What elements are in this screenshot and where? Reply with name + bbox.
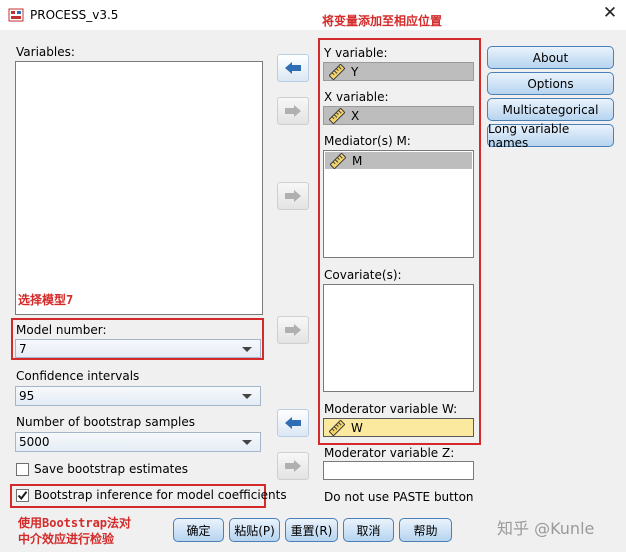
watermark: 知乎 @Kunle — [497, 519, 595, 538]
ruler-icon — [329, 63, 345, 80]
variables-listbox[interactable] — [15, 61, 263, 315]
arrow-right-icon — [285, 324, 301, 336]
mediator-listbox[interactable]: M — [323, 150, 474, 258]
bootstrap-samples-select[interactable]: 5000 — [15, 432, 261, 452]
covariates-listbox[interactable] — [323, 284, 474, 392]
bootstrap-samples-value: 5000 — [19, 435, 50, 449]
ruler-icon — [329, 107, 345, 124]
about-button[interactable]: About — [487, 46, 614, 69]
x-variable-value: X — [351, 108, 360, 123]
paste-note: Do not use PASTE button — [324, 490, 474, 504]
bootstrap-inference-label: Bootstrap inference for model coefficien… — [34, 488, 287, 502]
model-number-label: Model number: — [16, 323, 107, 337]
covariates-label: Covariate(s): — [324, 268, 402, 282]
moderator-w-field[interactable]: W — [323, 418, 474, 437]
move-covariate-button[interactable] — [277, 316, 309, 344]
close-button[interactable]: ✕ — [601, 4, 619, 22]
annotation-bootstrap-line1: 使用Bootstrap法对 — [18, 516, 132, 530]
paste-button[interactable]: 粘贴(P) — [229, 518, 280, 542]
moderator-z-label: Moderator variable Z: — [324, 446, 455, 460]
bootstrap-samples-label: Number of bootstrap samples — [16, 415, 195, 429]
annotation-select-model: 选择模型7 — [18, 293, 74, 307]
x-variable-field[interactable]: X — [323, 106, 474, 125]
confidence-intervals-value: 95 — [19, 389, 35, 403]
confidence-intervals-label: Confidence intervals — [16, 369, 140, 383]
save-bootstrap-checkbox[interactable] — [16, 463, 29, 476]
mediator-label: Mediator(s) M: — [324, 134, 411, 148]
model-number-value: 7 — [19, 341, 27, 356]
chevron-down-icon — [242, 394, 252, 399]
chevron-down-icon — [242, 347, 252, 352]
multicategorical-button[interactable]: Multicategorical — [487, 98, 614, 121]
save-bootstrap-label: Save bootstrap estimates — [34, 462, 189, 476]
moderator-w-value: W — [351, 420, 363, 435]
move-x-button[interactable] — [277, 97, 309, 125]
y-variable-label: Y variable: — [324, 46, 388, 60]
move-mediator-button[interactable] — [277, 182, 309, 210]
arrow-right-icon — [285, 190, 301, 202]
y-variable-value: Y — [351, 64, 359, 79]
ruler-icon — [330, 152, 346, 169]
bootstrap-inference-checkbox[interactable] — [16, 489, 29, 502]
variables-label: Variables: — [16, 45, 75, 59]
window-title: PROCESS_v3.5 — [30, 8, 119, 22]
chevron-down-icon — [242, 440, 252, 445]
cancel-button[interactable]: 取消 — [343, 518, 394, 542]
arrow-left-icon — [285, 62, 301, 74]
long-variable-names-button[interactable]: Long variable names — [487, 122, 614, 150]
arrow-right-icon — [285, 105, 301, 117]
annotation-bootstrap-line2: 中介效应进行检验 — [18, 532, 115, 546]
moderator-w-label: Moderator variable W: — [324, 402, 458, 416]
mediator-list-item[interactable]: M — [325, 152, 472, 169]
options-button[interactable]: Options — [487, 72, 614, 95]
arrow-right-icon — [285, 460, 301, 472]
move-moderator-w-button[interactable] — [277, 409, 309, 437]
model-number-select[interactable]: 7 — [15, 339, 261, 358]
ruler-icon — [329, 419, 345, 436]
ok-button[interactable]: 确定 — [173, 518, 224, 542]
reset-button[interactable]: 重置(R) — [285, 518, 338, 542]
confidence-intervals-select[interactable]: 95 — [15, 386, 261, 406]
move-moderator-z-button[interactable] — [277, 452, 309, 480]
mediator-value: M — [352, 153, 363, 168]
help-button[interactable]: 帮助 — [399, 518, 452, 542]
x-variable-label: X variable: — [324, 90, 389, 104]
checkmark-icon — [17, 491, 28, 501]
spss-process-icon — [8, 8, 24, 22]
arrow-left-icon — [285, 417, 301, 429]
annotation-add-variables: 将变量添加至相应位置 — [322, 14, 443, 28]
move-y-button[interactable] — [277, 54, 309, 82]
y-variable-field[interactable]: Y — [323, 62, 474, 81]
moderator-z-field[interactable] — [323, 461, 474, 480]
